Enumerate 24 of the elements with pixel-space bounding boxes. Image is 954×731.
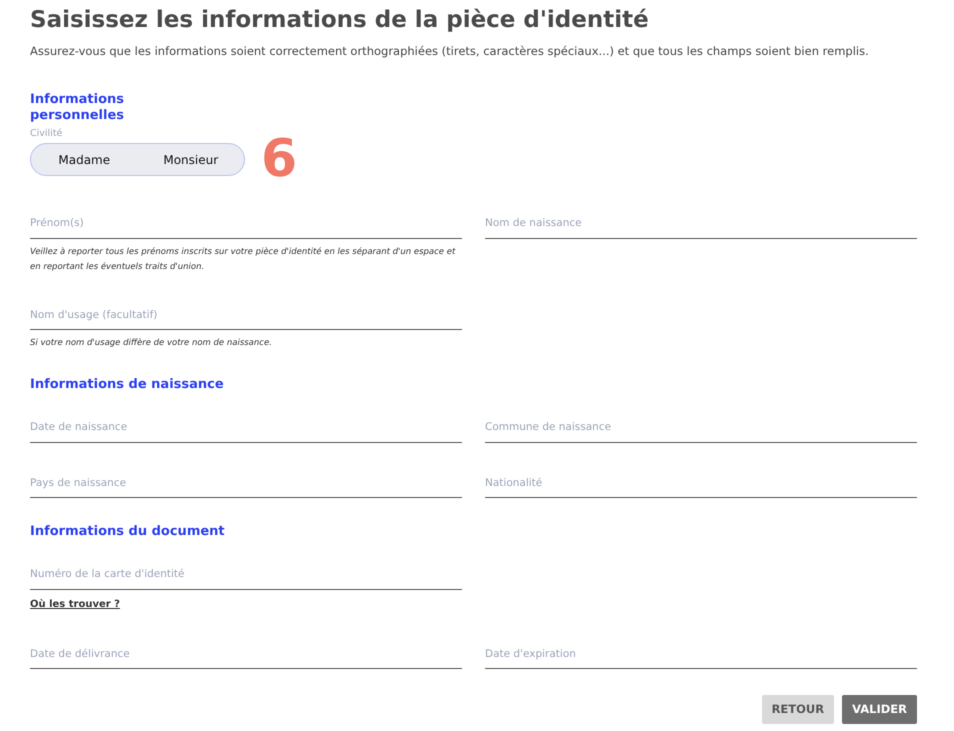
validate-button[interactable]: VALIDER: [842, 695, 917, 724]
input-field[interactable]: Numéro de la carte d'identité: [30, 566, 462, 590]
page-title: Saisissez les informations de la pièce d'identité: [30, 7, 650, 35]
page-subtitle: Assurez-vous que les informations soient correctement orthographiées (tirets, caractères spéciaux...) et que tous les champs soient bien remplis.: [30, 42, 870, 60]
input-field[interactable]: Commune de naissance: [485, 418, 917, 443]
input-field[interactable]: Nom de naissance: [485, 214, 917, 239]
civility-option[interactable]: Madame: [31, 144, 138, 176]
input-field[interactable]: Nationalité: [485, 474, 917, 498]
help-text: Si votre nom d'usage diffère de votre nom de naissance.: [30, 337, 273, 350]
input-field[interactable]: Nom d'usage (facultatif): [30, 306, 462, 330]
civility-option[interactable]: Monsieur: [138, 144, 244, 176]
back-button[interactable]: RETOUR: [762, 695, 834, 724]
input-field[interactable]: Prénom(s): [30, 214, 462, 239]
section-heading: Informations du document: [30, 524, 226, 540]
help-link[interactable]: Où les trouver ?: [30, 596, 120, 612]
section-heading: Informations personnelles: [30, 92, 125, 124]
section-heading: Informations de naissance: [30, 377, 225, 394]
civility-label: Civilité: [30, 126, 64, 141]
input-field[interactable]: Pays de naissance: [30, 474, 462, 498]
input-field[interactable]: Date de naissance: [30, 418, 462, 443]
input-field[interactable]: Date d'expiration: [485, 645, 917, 670]
input-field[interactable]: Date de délivrance: [30, 645, 462, 670]
help-text: Veillez à reporter tous les prénoms inscrits sur votre pièce d'identité en les séparant d'un espace et en reportant les éventuels traits d'union.: [30, 246, 456, 274]
step-number: 6: [261, 133, 298, 186]
